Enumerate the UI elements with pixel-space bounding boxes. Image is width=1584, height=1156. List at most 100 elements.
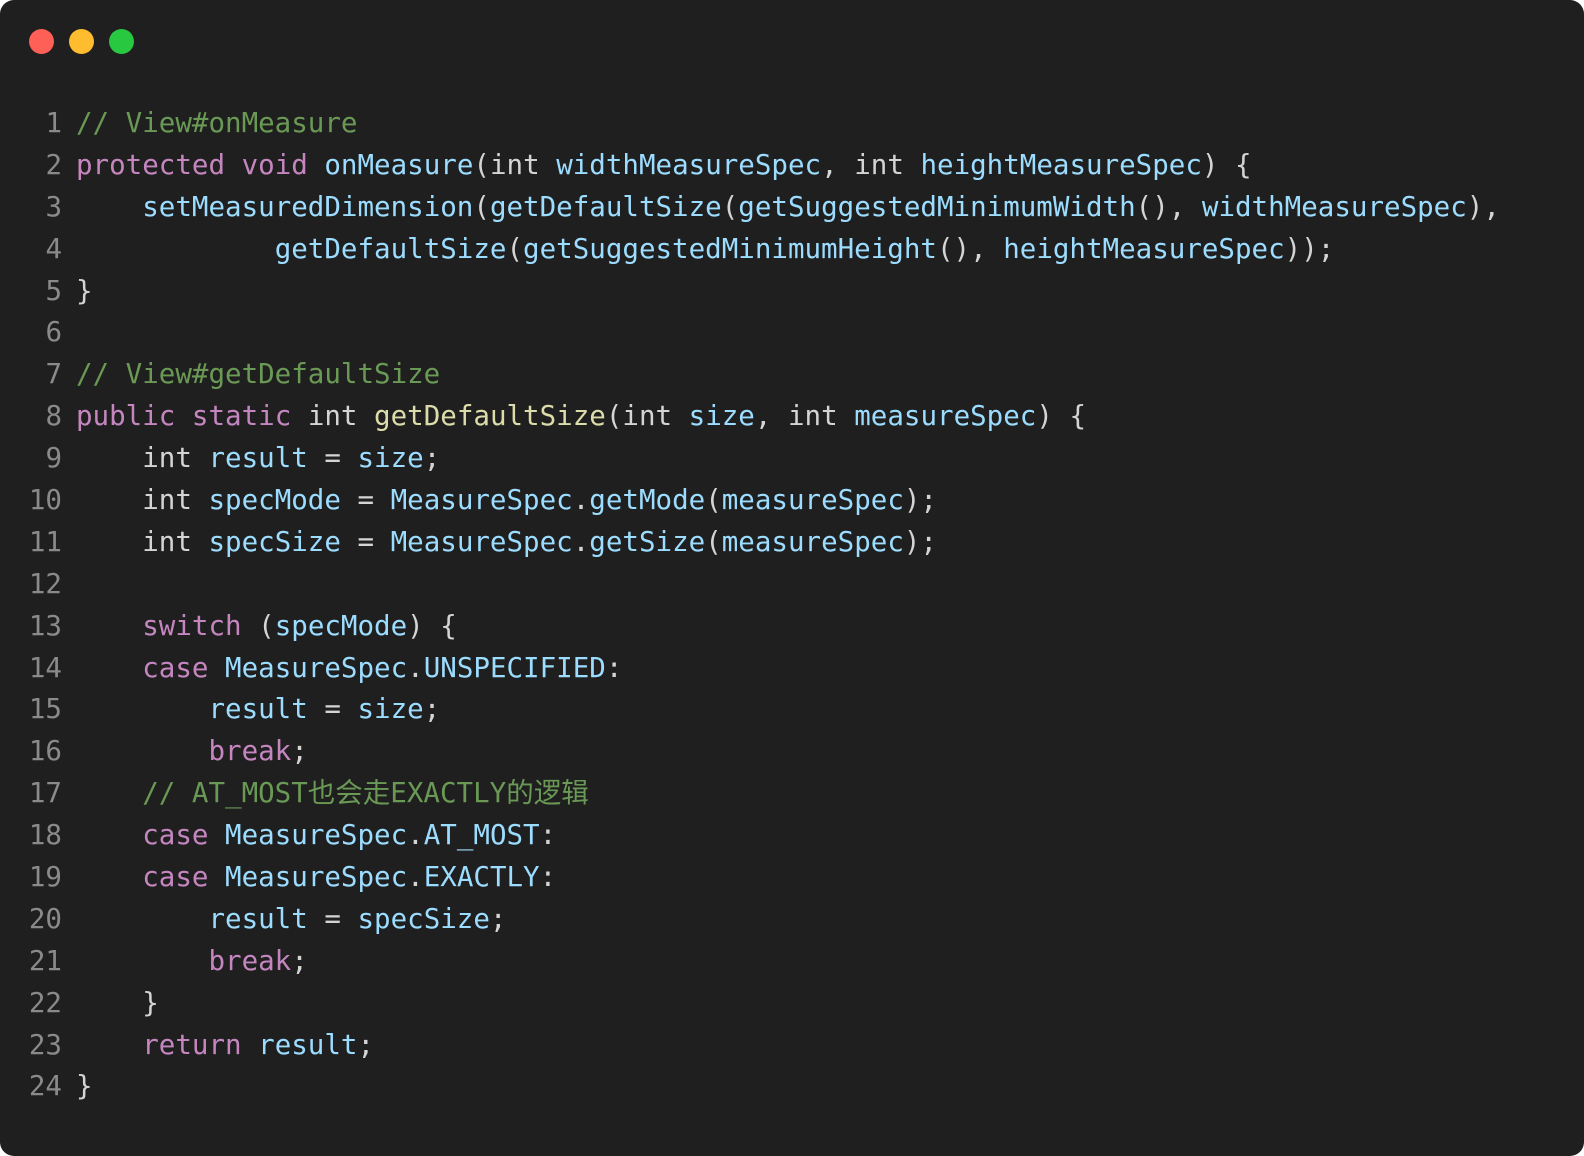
code-token-ident: getSize bbox=[589, 525, 706, 558]
code-token-type: int bbox=[142, 525, 192, 558]
code-token-ident: getSuggestedMinimumHeight bbox=[523, 232, 937, 265]
code-token-keyword: case bbox=[142, 861, 209, 894]
code-line: 21 break; bbox=[0, 941, 1584, 983]
code-token-ident: specMode bbox=[274, 609, 408, 642]
code-token-ident: measureSpec bbox=[721, 484, 904, 517]
code-line: 5} bbox=[0, 271, 1584, 313]
code-line: 6 bbox=[0, 312, 1584, 354]
code-text: getDefaultSize(getSuggestedMinimumHeight… bbox=[76, 229, 1335, 271]
code-token-ident: measureSpec bbox=[854, 400, 1037, 433]
line-number: 6 bbox=[45, 316, 62, 349]
code-token-ident: EXACTLY bbox=[423, 861, 540, 894]
code-line: 20 result = specSize; bbox=[0, 899, 1584, 941]
line-number: 14 bbox=[28, 651, 62, 684]
code-token-ident: result bbox=[208, 902, 308, 935]
code-token-plain: ; bbox=[423, 442, 441, 475]
code-token-plain: : bbox=[539, 819, 557, 852]
code-line: 4 getDefaultSize(getSuggestedMinimumHeig… bbox=[0, 229, 1584, 271]
line-number: 12 bbox=[28, 567, 62, 600]
code-token-ident: MeasureSpec bbox=[225, 651, 408, 684]
code-token-ident: getDefaultSize bbox=[489, 190, 722, 223]
code-token-plain: ( bbox=[506, 232, 524, 265]
code-text: return result; bbox=[76, 1025, 374, 1067]
code-token-plain: = bbox=[340, 484, 391, 517]
code-token-ident: result bbox=[208, 442, 308, 475]
code-text: case MeasureSpec.EXACTLY: bbox=[76, 857, 556, 899]
code-token-plain: ( bbox=[605, 400, 623, 433]
code-token-plain: ( bbox=[473, 190, 490, 223]
code-text: case MeasureSpec.AT_MOST: bbox=[76, 815, 556, 857]
code-token-ident: onMeasure bbox=[324, 148, 474, 181]
line-number: 7 bbox=[45, 358, 62, 391]
code-token-ident: widthMeasureSpec bbox=[1201, 190, 1467, 223]
code-token-type: int bbox=[307, 400, 358, 433]
code-line: 9 int result = size; bbox=[0, 438, 1584, 480]
code-token-plain: = bbox=[307, 902, 358, 935]
code-line: 15 result = size; bbox=[0, 689, 1584, 731]
code-token-plain: , bbox=[821, 148, 855, 181]
code-text: break; bbox=[76, 941, 308, 983]
line-number: 19 bbox=[28, 861, 62, 894]
close-button[interactable] bbox=[29, 29, 54, 54]
code-token-comment: // View#onMeasure bbox=[76, 107, 358, 139]
code-token-ident: getDefaultSize bbox=[274, 232, 507, 265]
code-token-ident: UNSPECIFIED bbox=[423, 651, 606, 684]
code-line: 1 // View#onMeasure bbox=[0, 103, 1584, 145]
code-line: 17 // AT_MOST也会走EXACTLY的逻辑 bbox=[0, 773, 1584, 815]
code-token-plain: ), bbox=[1466, 190, 1500, 223]
code-token-keyword: return bbox=[142, 1028, 242, 1061]
line-number: 22 bbox=[28, 986, 62, 1019]
code-text: case MeasureSpec.UNSPECIFIED: bbox=[76, 648, 622, 690]
line-number: 8 bbox=[45, 400, 62, 433]
code-token-plain: ; bbox=[291, 944, 308, 977]
line-number: 3 bbox=[45, 190, 62, 223]
code-line: 11 int specSize = MeasureSpec.getSize(me… bbox=[0, 522, 1584, 564]
code-text: break; bbox=[76, 731, 307, 773]
line-number: 16 bbox=[28, 735, 62, 768]
line-number: 5 bbox=[45, 274, 62, 307]
code-token-plain: } bbox=[76, 1070, 93, 1103]
code-token-plain: . bbox=[572, 525, 590, 558]
code-token-keyword: break bbox=[208, 944, 292, 977]
line-number: 17 bbox=[28, 777, 62, 810]
code-token-ident: size bbox=[357, 693, 424, 726]
code-token-ident: heightMeasureSpec bbox=[1003, 232, 1285, 265]
code-token-plain: ) { bbox=[1201, 148, 1252, 181]
code-line: 13 switch (specMode) { bbox=[0, 606, 1584, 648]
code-token-plain: ; bbox=[423, 693, 441, 726]
code-token-func: getDefaultSize bbox=[374, 400, 606, 433]
line-number: 20 bbox=[28, 902, 62, 935]
code-token-plain: ( bbox=[721, 190, 739, 223]
code-line: 12 bbox=[0, 564, 1584, 606]
code-token-plain: ) { bbox=[407, 609, 457, 642]
minimize-button[interactable] bbox=[69, 29, 94, 54]
code-token-keyword: protected bbox=[76, 148, 226, 181]
code-text: protected void onMeasure(int widthMeasur… bbox=[76, 145, 1252, 187]
code-text: // View#onMeasure bbox=[76, 103, 357, 145]
code-token-type: int bbox=[622, 400, 673, 433]
code-token-plain: . bbox=[407, 819, 424, 852]
zoom-button[interactable] bbox=[109, 29, 134, 54]
code-line: 7 // View#getDefaultSize bbox=[0, 354, 1584, 396]
line-number: 2 bbox=[45, 148, 62, 181]
code-token-plain: ( bbox=[241, 609, 275, 642]
code-line: 8 public static int getDefaultSize(int si… bbox=[0, 396, 1584, 438]
code-text: result = specSize; bbox=[76, 899, 506, 941]
code-token-keyword: break bbox=[208, 735, 292, 768]
